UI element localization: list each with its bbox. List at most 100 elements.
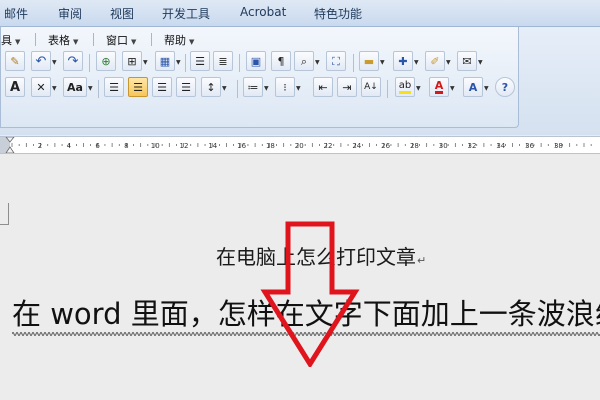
- clear-format-button[interactable]: ✐: [425, 51, 445, 71]
- ruler-label: 34: [496, 142, 505, 150]
- ruler-label: 38: [554, 142, 563, 150]
- align-center-button[interactable]: ☰: [128, 77, 148, 97]
- text-effects-icon: A: [468, 80, 478, 94]
- print-preview-button[interactable]: ▣: [246, 51, 266, 71]
- help-button[interactable]: ?: [495, 77, 515, 97]
- format-painter-button[interactable]: ✎: [5, 51, 25, 71]
- tab-mailings[interactable]: 邮件: [4, 5, 28, 22]
- tab-acrobat[interactable]: Acrobat: [240, 5, 286, 19]
- full-screen-button[interactable]: ⛶: [326, 51, 346, 71]
- ruler-label: 4: [67, 142, 72, 150]
- ruler-label: 30: [439, 142, 448, 150]
- highlight-dropdown-icon[interactable]: ▼: [416, 85, 421, 92]
- text-effects-dropdown-icon[interactable]: ▼: [484, 85, 489, 92]
- line-spacing-button[interactable]: ↕: [201, 77, 221, 97]
- indent-marker-icon[interactable]: [5, 137, 15, 153]
- align-right-button[interactable]: ☰: [152, 77, 172, 97]
- clear-format-dropdown-icon[interactable]: ▼: [446, 59, 451, 66]
- text-effects-button[interactable]: A: [463, 77, 483, 97]
- numbering-button[interactable]: ≔: [243, 77, 263, 97]
- document-area[interactable]: 在电脑上怎么打印文章↵ 在 word 里面，怎样在文字下面加上一条波浪线: [0, 155, 600, 400]
- menu-separator: [35, 33, 36, 46]
- character-scale-icon: ✕: [36, 80, 46, 94]
- chevron-down-icon: ▼: [73, 38, 79, 46]
- font-color-dropdown-icon[interactable]: ▼: [450, 85, 455, 92]
- ruler-ticks: 2 4 6 8 10 12 14 16 18 20 22 24 26 28 30 32 34 36 38: [11, 142, 592, 150]
- menu-window[interactable]: 窗口 ▼: [106, 32, 136, 48]
- ruler-label: 22: [324, 142, 333, 150]
- align-center-icon: ☰: [133, 80, 143, 94]
- numbering-dropdown-icon[interactable]: ▼: [264, 85, 269, 92]
- styles-button[interactable]: ✚: [393, 51, 413, 71]
- insert-table-button[interactable]: ▦: [155, 51, 175, 71]
- folder-dropdown-icon[interactable]: ▼: [380, 59, 385, 66]
- horizontal-ruler[interactable]: 2 4 6 8 10 12 14 16 18 20 22 24 26 28 30 32 34 36 38: [0, 136, 600, 154]
- tab-view[interactable]: 视图: [110, 5, 134, 22]
- tab-review[interactable]: 审阅: [58, 5, 82, 22]
- sort-button[interactable]: A↓: [361, 77, 381, 97]
- ruler-label: 6: [95, 142, 100, 150]
- eraser-icon: ✐: [430, 54, 440, 68]
- magnifier-icon: ⌕: [300, 54, 308, 68]
- borders-dropdown-icon[interactable]: ▼: [143, 59, 148, 66]
- font-char-button[interactable]: A: [5, 77, 25, 97]
- tab-developer[interactable]: 开发工具: [162, 5, 210, 22]
- align-left-icon: ☰: [109, 80, 119, 94]
- justify-button[interactable]: ☰: [176, 77, 196, 97]
- paragraph-mark: ↵: [417, 254, 427, 267]
- bullet-list-icon: ⁝: [283, 80, 287, 94]
- font-color-button[interactable]: A: [429, 77, 449, 97]
- standard-toolbar: ✎ ↶ ▼ ↷ ⊕ ⊞ ▼ ▦ ▼ ☰ ≣ ▣ ¶ ⌕ ▼ ⛶ ▬ ▼ ✚ ▼ …: [1, 51, 520, 75]
- bullets-dropdown-icon[interactable]: ▼: [296, 85, 301, 92]
- redo-button[interactable]: ↷: [63, 51, 83, 71]
- full-screen-icon: ⛶: [332, 54, 340, 68]
- change-case-dropdown-icon[interactable]: ▼: [88, 85, 93, 92]
- columns-icon: ☰: [195, 54, 205, 68]
- borders-button[interactable]: ⊞: [122, 51, 142, 71]
- zoom-button[interactable]: ⌕: [294, 51, 314, 71]
- hyperlink-button[interactable]: ⊕: [96, 51, 116, 71]
- envelope-icon: ✉: [462, 54, 472, 68]
- classic-toolbar-panel: 具 ▼ 表格 ▼ 窗口 ▼ 帮助 ▼ ✎ ↶ ▼ ↷ ⊕ ⊞ ▼ ▦ ▼ ☰ ≣…: [0, 27, 519, 128]
- menu-table[interactable]: 表格 ▼: [48, 32, 78, 48]
- chevron-down-icon: ▼: [131, 38, 137, 46]
- decrease-indent-button[interactable]: ⇤: [313, 77, 333, 97]
- character-scale-button[interactable]: ✕: [31, 77, 51, 97]
- open-folder-button[interactable]: ▬: [359, 51, 379, 71]
- columns-button[interactable]: ☰: [190, 51, 210, 71]
- help-icon: ?: [501, 80, 509, 94]
- align-left-button[interactable]: ☰: [104, 77, 124, 97]
- ruler-label: 28: [410, 142, 419, 150]
- menu-tools-label: 具: [1, 34, 12, 47]
- envelope-dropdown-icon[interactable]: ▼: [478, 59, 483, 66]
- highlighter-icon: ab: [398, 80, 412, 94]
- toolbar-separator: [237, 80, 238, 98]
- ruler-label: 32: [468, 142, 477, 150]
- envelope-button[interactable]: ✉: [457, 51, 477, 71]
- line-spacing-dropdown-icon[interactable]: ▼: [222, 85, 227, 92]
- tab-special-features[interactable]: 特色功能: [314, 5, 362, 22]
- change-case-button[interactable]: Aa: [63, 77, 87, 97]
- text-direction-button[interactable]: ≣: [213, 51, 233, 71]
- styles-dropdown-icon[interactable]: ▼: [414, 59, 419, 66]
- zoom-dropdown-icon[interactable]: ▼: [315, 59, 320, 66]
- increase-indent-button[interactable]: ⇥: [337, 77, 357, 97]
- table-dropdown-icon[interactable]: ▼: [176, 59, 181, 66]
- folder-icon: ▬: [363, 54, 375, 68]
- menu-help[interactable]: 帮助 ▼: [164, 32, 194, 48]
- line-spacing-icon: ↕: [206, 80, 216, 94]
- toolbar-separator: [98, 80, 99, 98]
- outdent-icon: ⇤: [318, 80, 328, 94]
- undo-icon: ↶: [35, 53, 47, 69]
- chevron-down-icon: ▼: [15, 38, 21, 46]
- undo-button[interactable]: ↶: [31, 51, 51, 71]
- toolbar-separator: [353, 54, 354, 72]
- character-scale-dropdown-icon[interactable]: ▼: [52, 85, 57, 92]
- page-corner-marker: [0, 203, 9, 225]
- highlight-button[interactable]: ab: [395, 77, 415, 97]
- bullets-button[interactable]: ⁝: [275, 77, 295, 97]
- show-formatting-button[interactable]: ¶: [271, 51, 291, 71]
- undo-dropdown-icon[interactable]: ▼: [52, 59, 57, 66]
- globe-link-icon: ⊕: [101, 54, 111, 68]
- menu-tools[interactable]: 具 ▼: [1, 32, 20, 48]
